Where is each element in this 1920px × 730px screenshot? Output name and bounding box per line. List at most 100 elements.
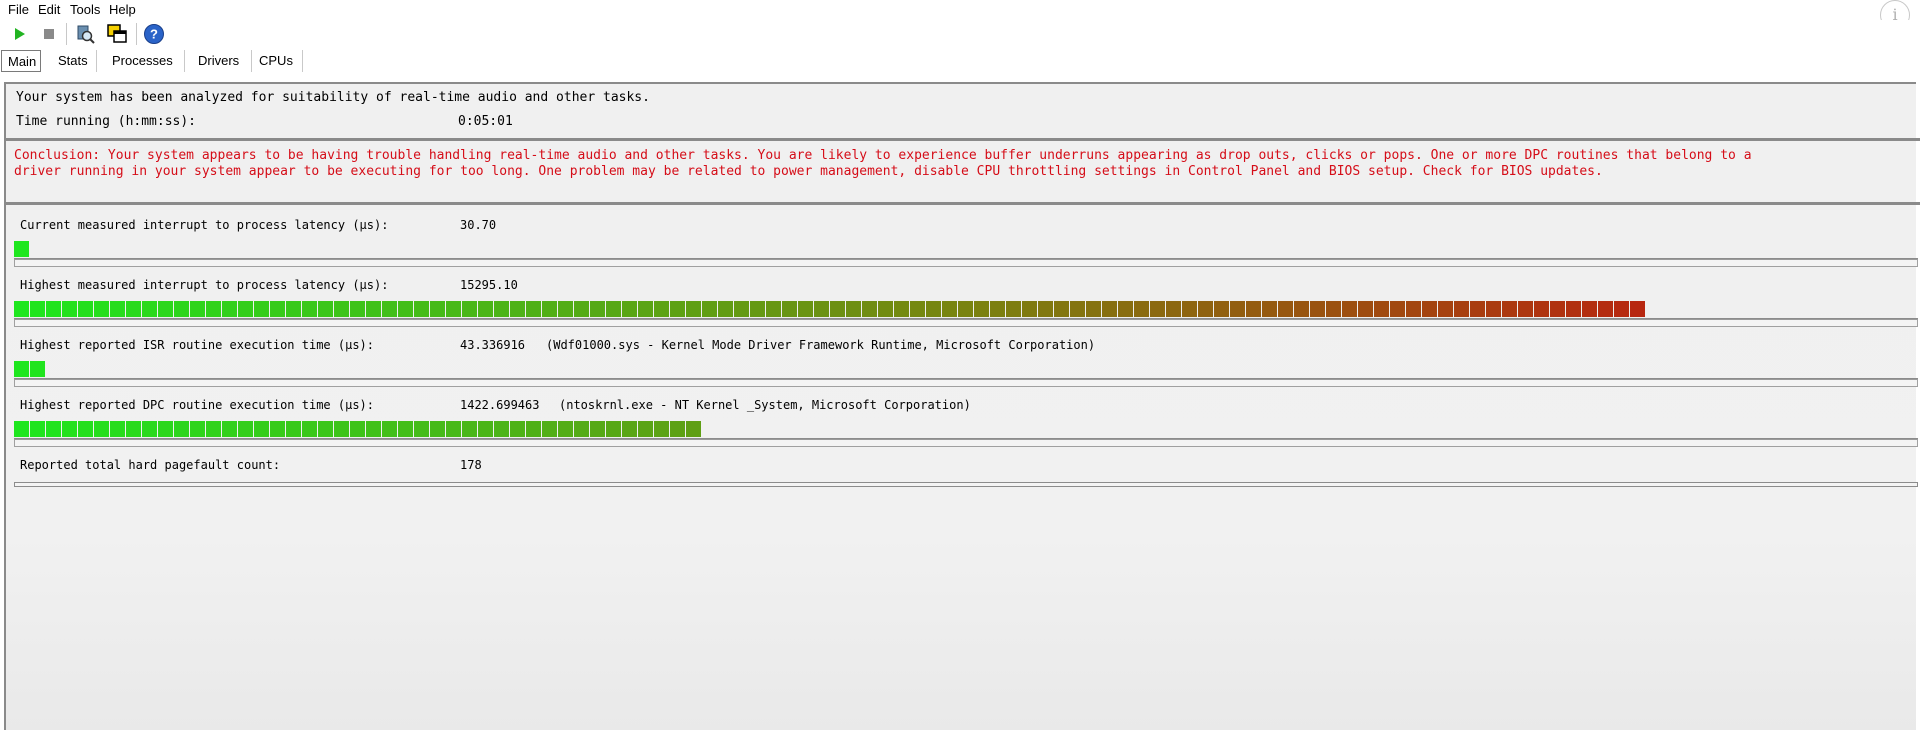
bar-segment — [350, 421, 365, 437]
bar-segment — [1038, 301, 1053, 317]
bar-segment — [766, 301, 781, 317]
bar-segment — [1134, 301, 1149, 317]
bar-segment — [318, 301, 333, 317]
bar-segment — [590, 301, 605, 317]
bar-segment — [286, 421, 301, 437]
bar-segment — [110, 301, 125, 317]
bar-segment — [702, 301, 717, 317]
play-icon[interactable] — [8, 23, 30, 45]
toolbar-separator — [66, 23, 67, 45]
bar-segment — [542, 421, 557, 437]
bar-segment — [878, 301, 893, 317]
bar-segment — [1550, 301, 1565, 317]
tab-processes[interactable]: Processes — [106, 50, 185, 72]
bar-segment — [1294, 301, 1309, 317]
bar-segment — [686, 301, 701, 317]
bar-segment — [1246, 301, 1261, 317]
bar-segment — [942, 301, 957, 317]
bar-segment — [574, 301, 589, 317]
bar-segment — [782, 301, 797, 317]
bar-segment — [526, 301, 541, 317]
bar-segment — [846, 301, 861, 317]
bar-segment — [718, 301, 733, 317]
bar-segment — [1614, 301, 1629, 317]
bar-segment — [446, 421, 461, 437]
latency-bar-track — [14, 240, 1918, 267]
bar-segment — [62, 301, 77, 317]
bar-underline — [14, 379, 1918, 387]
metric-detail: (ntoskrnl.exe - NT Kernel _System, Micro… — [559, 398, 971, 412]
bar-segment — [126, 301, 141, 317]
latency-bar-track — [14, 420, 1918, 447]
bar-segment — [1230, 301, 1245, 317]
bar-segment — [1198, 301, 1213, 317]
bar-segment — [158, 301, 173, 317]
bar-segment — [910, 301, 925, 317]
svg-text:?: ? — [150, 27, 158, 42]
bar-segment — [142, 421, 157, 437]
tab-stats[interactable]: Stats — [52, 50, 97, 72]
bar-segment — [814, 301, 829, 317]
bar-segment — [190, 301, 205, 317]
bar-segment — [654, 301, 669, 317]
bar-segment — [30, 301, 45, 317]
conclusion-line-2: driver running in your system appear to … — [14, 164, 1603, 179]
bar-segment — [1150, 301, 1165, 317]
bar-segment — [1582, 301, 1597, 317]
bar-segment — [1006, 301, 1021, 317]
menu-file[interactable]: File — [8, 2, 29, 17]
bar-segment — [430, 301, 445, 317]
bar-segment — [14, 301, 29, 317]
bar-segment — [798, 301, 813, 317]
bar-segment — [510, 421, 525, 437]
help-icon[interactable]: ? — [143, 23, 165, 45]
bar-segment — [462, 301, 477, 317]
conclusion-line-1: Conclusion: Your system appears to be ha… — [14, 148, 1752, 163]
menu-tools[interactable]: Tools — [70, 2, 100, 17]
bar-segment — [1342, 301, 1357, 317]
toolbar: ? — [0, 20, 1920, 50]
bar-segment — [478, 301, 493, 317]
bar-segment — [366, 301, 381, 317]
metric-label: Highest reported ISR routine execution t… — [20, 338, 375, 352]
search-driver-icon[interactable] — [74, 23, 96, 45]
metric-label: Reported total hard pagefault count: — [20, 458, 281, 472]
bar-segment — [1406, 301, 1421, 317]
bar-segment — [622, 301, 637, 317]
bar-segment — [558, 301, 573, 317]
bar-segment — [1102, 301, 1117, 317]
bar-segment — [238, 301, 253, 317]
bar-segment — [302, 421, 317, 437]
bar-segment — [1214, 301, 1229, 317]
metric-value: 15295.10 — [460, 278, 518, 292]
tab-cpus[interactable]: CPUs — [253, 50, 303, 72]
bar-segment — [238, 421, 253, 437]
bar-segment — [78, 421, 93, 437]
bar-segment — [1070, 301, 1085, 317]
bar-segment — [254, 421, 269, 437]
bar-segment — [638, 421, 653, 437]
tab-drivers[interactable]: Drivers — [192, 50, 252, 72]
menu-help[interactable]: Help — [109, 2, 136, 17]
bar-segment — [1326, 301, 1341, 317]
latency-bar-track — [14, 300, 1918, 327]
stop-icon[interactable] — [38, 23, 60, 45]
metric-label: Current measured interrupt to process la… — [20, 218, 389, 232]
bar-segment — [78, 301, 93, 317]
bar-segment — [1518, 301, 1533, 317]
bar-segment — [590, 421, 605, 437]
separator — [6, 138, 1920, 141]
toolbar-separator — [136, 23, 137, 45]
bar-segment — [974, 301, 989, 317]
bar-segment — [1470, 301, 1485, 317]
bar-segment — [174, 301, 189, 317]
time-running-value: 0:05:01 — [458, 114, 513, 129]
latency-bar-track — [14, 360, 1918, 387]
copy-windows-icon[interactable] — [106, 23, 128, 45]
menu-edit[interactable]: Edit — [38, 2, 60, 17]
bar-segment — [302, 301, 317, 317]
menu-bar: File Edit Tools Help — [0, 0, 1920, 20]
bar-segment — [462, 421, 477, 437]
tab-main[interactable]: Main — [1, 50, 41, 72]
bar-segment — [1054, 301, 1069, 317]
